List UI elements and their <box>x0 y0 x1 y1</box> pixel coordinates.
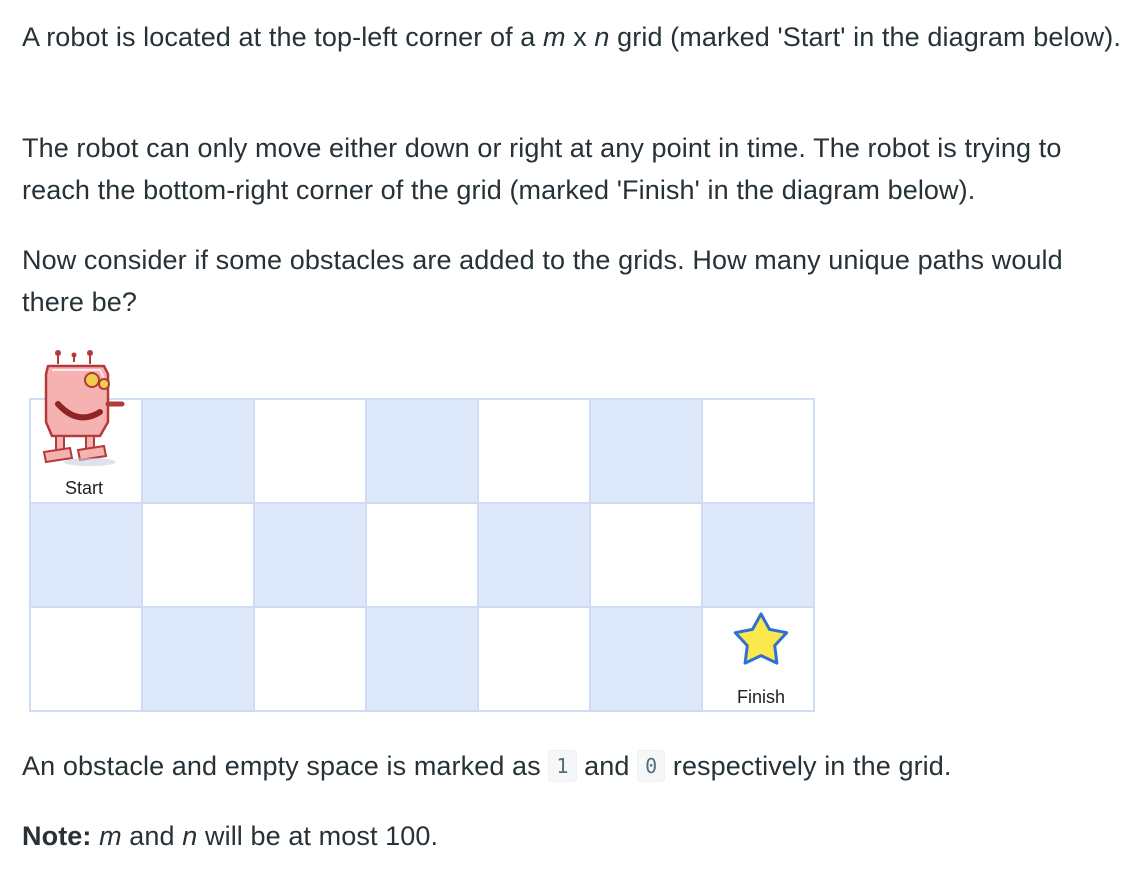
grid-cell <box>253 398 367 504</box>
var-m: m <box>99 821 122 851</box>
grid-cell <box>365 398 479 504</box>
movement-rule-paragraph: The robot can only move either down or r… <box>22 133 1062 205</box>
grid-cell <box>589 606 703 712</box>
grid-cell <box>253 502 367 608</box>
grid-cell <box>701 502 815 608</box>
note-paragraph: Note: m and n will be at most 100. <box>22 821 439 851</box>
grid-cell <box>365 502 479 608</box>
grid-cell <box>589 502 703 608</box>
grid-cell <box>29 502 143 608</box>
grid-cell <box>253 606 367 712</box>
var-n: n <box>182 821 198 851</box>
obstacle-code: 1 <box>548 750 577 782</box>
grid-cell <box>589 398 703 504</box>
start-label: Start <box>65 478 103 498</box>
grid-cells <box>29 398 815 712</box>
obstacle-encoding-paragraph: An obstacle and empty space is marked as… <box>22 750 952 782</box>
grid-cell <box>477 398 591 504</box>
grid-diagram: Start Finish <box>28 346 828 716</box>
grid-cell <box>29 606 143 712</box>
grid-cell <box>477 502 591 608</box>
note-label: Note: <box>22 821 92 851</box>
intro-paragraph: A robot is located at the top-left corne… <box>22 22 1121 52</box>
var-n: n <box>594 22 610 52</box>
grid-cell <box>477 606 591 712</box>
var-m: m <box>543 22 566 52</box>
grid-cell <box>365 606 479 712</box>
grid-cell <box>141 398 255 504</box>
grid-cell <box>141 502 255 608</box>
grid-cell <box>141 606 255 712</box>
finish-label: Finish <box>737 687 785 707</box>
empty-space-code: 0 <box>637 750 666 782</box>
obstacle-question-paragraph: Now consider if some obstacles are added… <box>22 245 1063 317</box>
grid-cell <box>701 398 815 504</box>
